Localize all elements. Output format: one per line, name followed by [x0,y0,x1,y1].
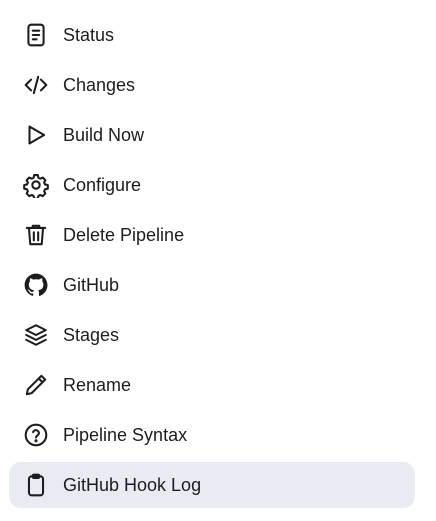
side-menu: Status Changes Build Now Configure Delet… [0,0,436,521]
menu-item-label: Pipeline Syntax [63,425,188,445]
play-icon [22,121,50,149]
menu-item-delete-pipeline[interactable]: Delete Pipeline [9,212,415,258]
menu-item-stages[interactable]: Stages [9,312,415,358]
menu-item-github-hook-log[interactable]: GitHub Hook Log [9,462,415,508]
menu-item-rename[interactable]: Rename [9,362,415,408]
pencil-icon [22,371,50,399]
menu-item-label: Delete Pipeline [63,225,185,245]
menu-item-label: GitHub [63,275,120,295]
gear-icon [22,171,50,199]
menu-item-label: Configure [63,175,142,195]
menu-item-configure[interactable]: Configure [9,162,415,208]
menu-item-github[interactable]: GitHub [9,262,415,308]
help-icon [22,421,50,449]
layers-icon [22,321,50,349]
code-icon [22,71,50,99]
menu-item-status[interactable]: Status [9,12,415,58]
menu-item-label: Rename [63,375,132,395]
menu-item-label: Build Now [63,125,145,145]
menu-item-label: Changes [63,75,136,95]
menu-item-label: GitHub Hook Log [63,475,202,495]
trash-icon [22,221,50,249]
document-icon [22,21,50,49]
menu-item-changes[interactable]: Changes [9,62,415,108]
menu-item-build-now[interactable]: Build Now [9,112,415,158]
github-icon [22,271,50,299]
clipboard-icon [22,471,50,499]
menu-item-label: Stages [63,325,120,345]
menu-item-label: Status [63,25,115,45]
menu-item-pipeline-syntax[interactable]: Pipeline Syntax [9,412,415,458]
